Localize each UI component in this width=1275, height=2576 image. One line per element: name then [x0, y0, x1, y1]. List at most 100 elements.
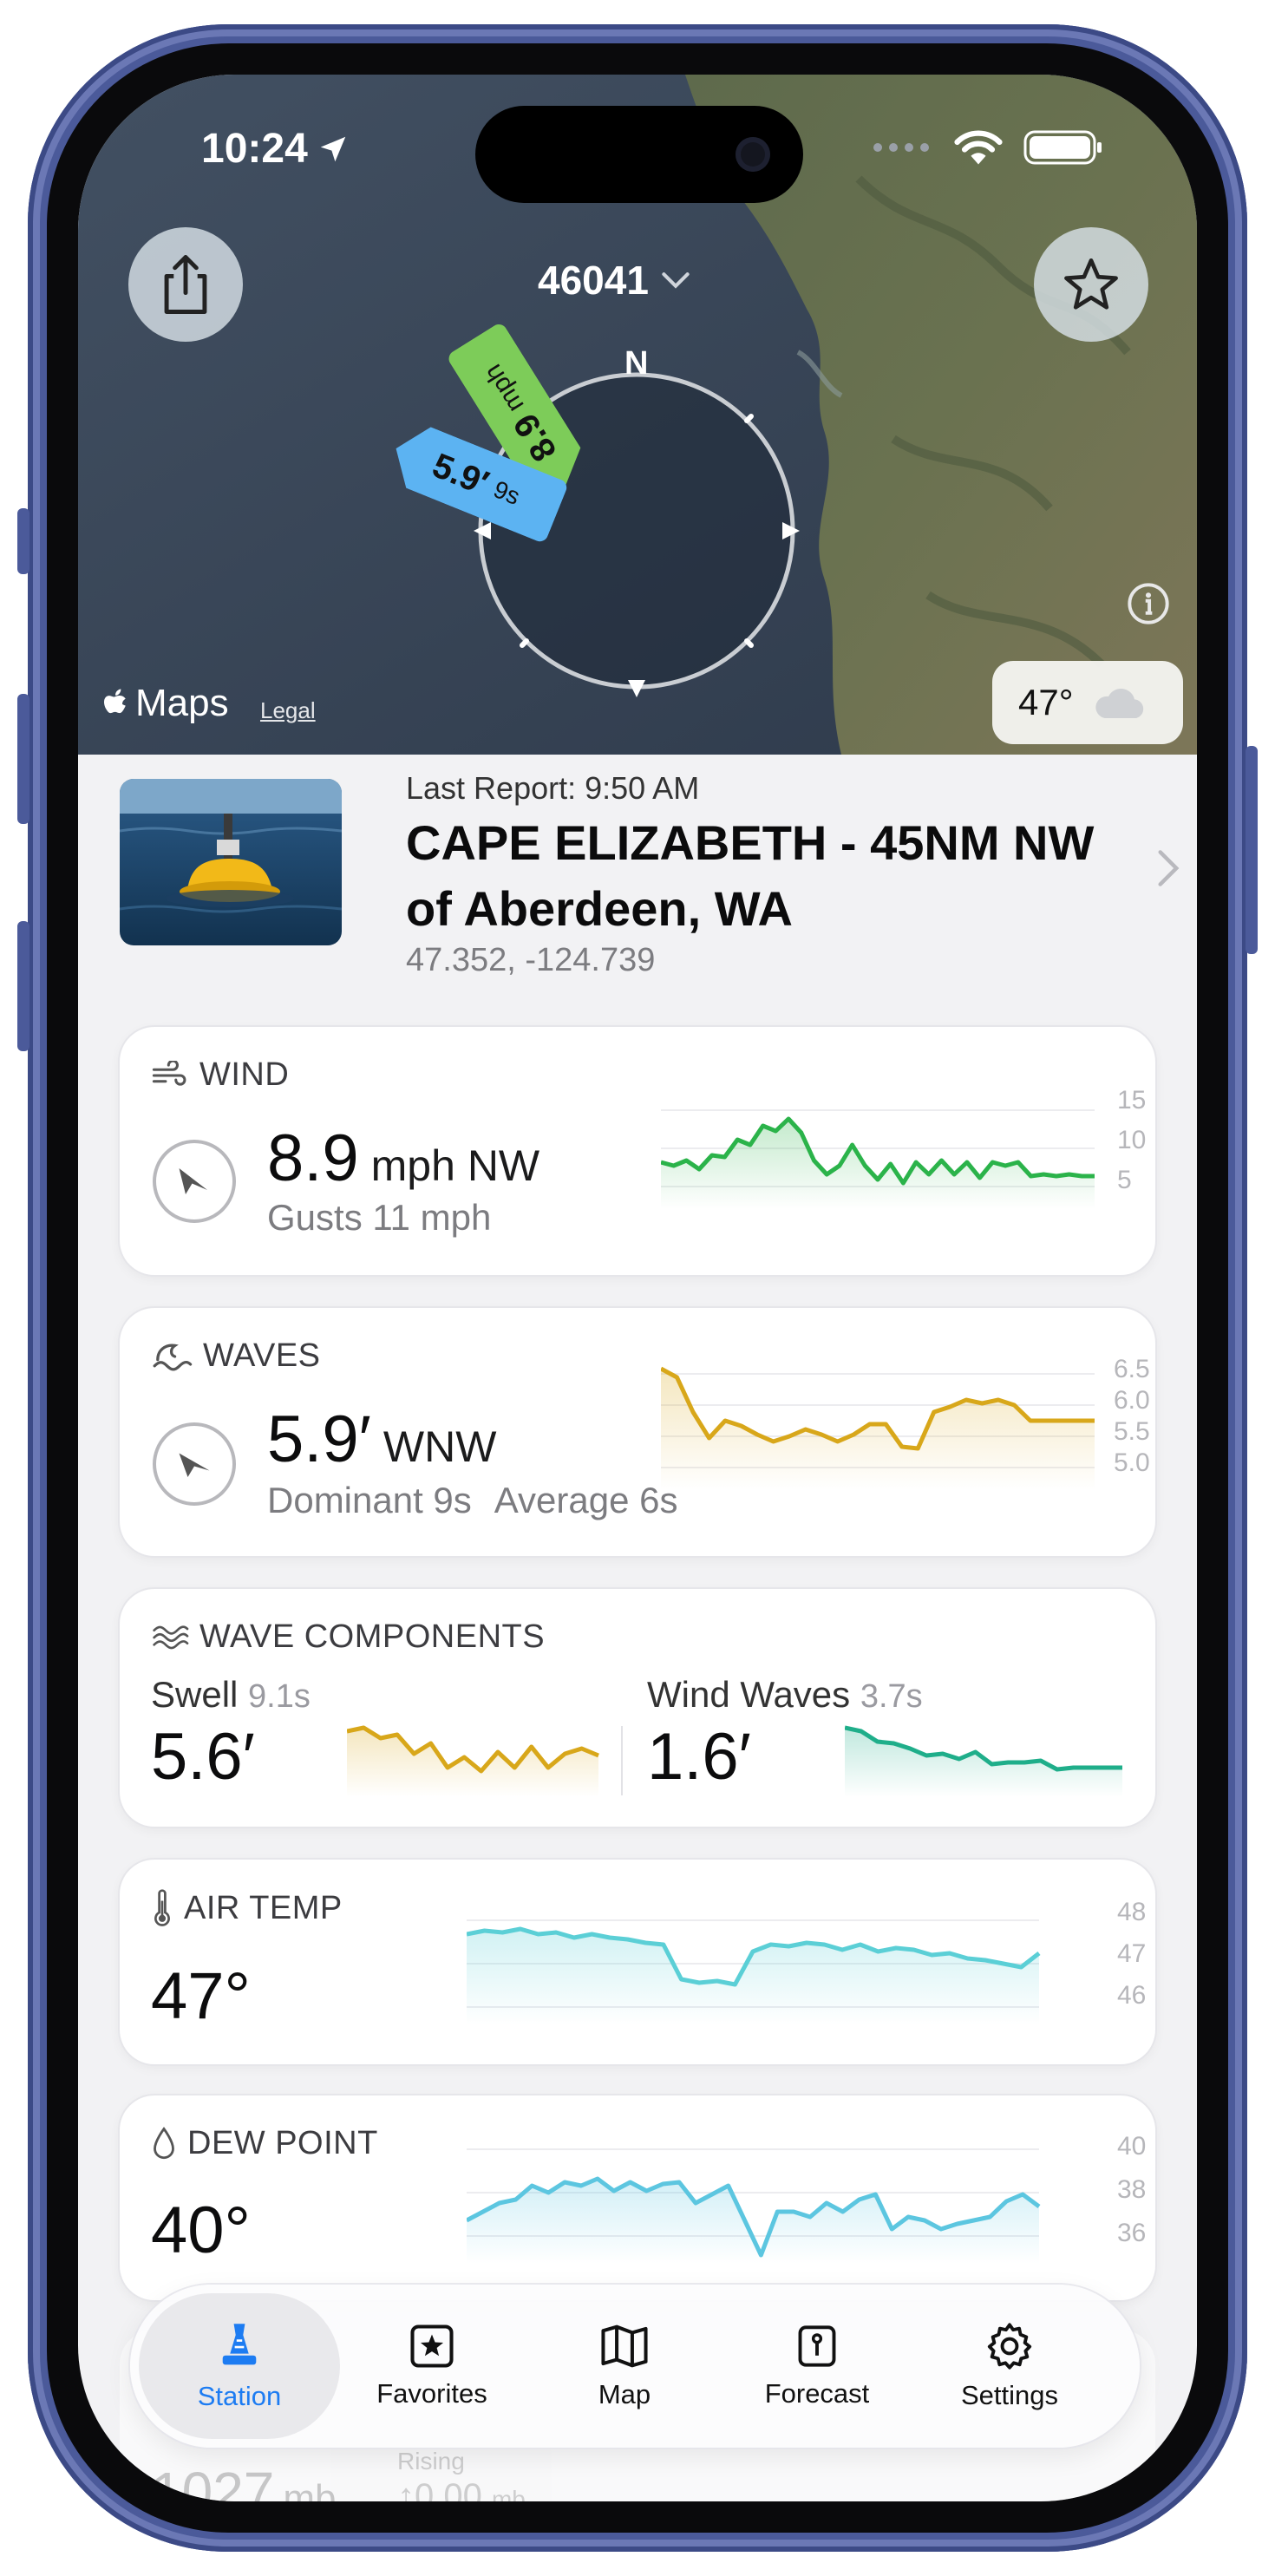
station-name: CAPE ELIZABETH - 45NM NW of Aberdeen, WA: [406, 815, 1095, 936]
location-arrow-icon: [320, 136, 346, 161]
wave-components-header: WAVE COMPONENTS: [151, 1618, 545, 1656]
dew-axis-40: 40: [1117, 2132, 1147, 2161]
wind-waves-label: Wind Waves: [647, 1674, 851, 1715]
share-icon: [164, 255, 207, 314]
air-temp-axis-47: 47: [1117, 1939, 1147, 1968]
weather-temp: 47°: [1018, 682, 1074, 722]
waves-card-title: WAVES: [203, 1337, 321, 1374]
pressure-value: 1027: [151, 2461, 275, 2501]
wave-spark-area: [661, 1369, 1095, 1490]
tab-forecast-label: Forecast: [764, 2378, 870, 2409]
air-temp-title: AIR TEMP: [184, 1889, 343, 1926]
air-temp-value: 47°: [151, 1959, 251, 2033]
forecast-icon: [798, 2325, 836, 2367]
wind-tag-value: 8.9: [506, 407, 565, 468]
droplet-icon: [154, 2126, 174, 2159]
cloud-icon: [1095, 688, 1143, 718]
volume-down-button: [17, 921, 29, 1051]
swell-value: 5.6′: [151, 1720, 255, 1794]
tab-station-label: Station: [197, 2381, 282, 2411]
wind-waves-label-row: Wind Waves 3.7s: [647, 1674, 923, 1716]
maps-legal-link[interactable]: Legal: [260, 697, 316, 724]
wave-direction-badge: [153, 1422, 236, 1506]
wave-dominant-period: Dominant 9s: [267, 1480, 472, 1520]
station-header[interactable]: Last Report: 9:50 AM CAPE ELIZABETH - 45…: [120, 770, 1180, 978]
station-selector[interactable]: 46041: [538, 257, 690, 304]
buoy-photo: [120, 779, 342, 945]
pressure-trend-unit: mb: [491, 2486, 526, 2501]
dew-axis-36: 36: [1117, 2219, 1147, 2247]
dew-point-card[interactable]: DEW POINT 40° 40 38 36: [120, 2095, 1155, 2300]
dew-point-value: 40°: [151, 2194, 251, 2267]
status-time: 10:24: [201, 125, 350, 173]
wind-icon: [152, 1060, 186, 1086]
swell-label-row: Swell 9.1s: [151, 1674, 311, 1716]
volume-up-button: [17, 694, 29, 824]
status-right: [873, 128, 1103, 167]
pressure-trend-value: ↑0.00: [397, 2477, 482, 2501]
wind-gusts: Gusts 11 mph: [267, 1197, 492, 1238]
swell-period: 9.1s: [248, 1678, 311, 1715]
waves-axis-6-0: 6.0: [1114, 1386, 1150, 1415]
station-map[interactable]: 10:24 46041 N 8.9 mph 5.9′ 9s Maps Legal…: [78, 75, 1197, 755]
swell-label: Swell: [151, 1674, 239, 1715]
wind-direction-arrow-icon: [179, 1168, 207, 1194]
wind-card-title: WIND: [199, 1056, 290, 1093]
wind-card[interactable]: WIND 8.9 mph NW Gusts 11 mph 15 10 5: [120, 1027, 1155, 1275]
maps-text: Maps: [135, 682, 229, 724]
wave-tag-period: 9s: [489, 475, 524, 511]
waves-sparkline: [661, 1366, 1095, 1490]
wind-tag-unit: mph: [478, 359, 530, 418]
wave-components-title: WAVE COMPONENTS: [199, 1618, 546, 1655]
screen: 10:24 46041 N 8.9 mph 5.9′ 9s Maps Legal…: [78, 75, 1197, 2501]
temp-spark-area: [467, 1929, 1039, 2024]
action-button: [17, 508, 29, 574]
last-report-time: Last Report: 9:50 AM: [406, 770, 700, 806]
tab-favorites[interactable]: Favorites: [331, 2293, 533, 2439]
tab-map[interactable]: Map: [524, 2293, 725, 2439]
swell-sparkline: [347, 1725, 599, 1797]
weather-badge[interactable]: 47°: [992, 661, 1183, 744]
share-button[interactable]: [128, 227, 243, 342]
waves-card[interactable]: WAVES 5.9′ WNW Dominant 9s Average 6s 6.…: [120, 1308, 1155, 1556]
wind-speed-value: 8.9: [267, 1121, 359, 1195]
gear-icon: [987, 2323, 1032, 2370]
air-temp-card[interactable]: AIR TEMP 47° 48 47 46: [120, 1860, 1155, 2064]
wind-waves-value: 1.6′: [647, 1720, 751, 1794]
tab-forecast[interactable]: Forecast: [716, 2293, 918, 2439]
air-temp-sparkline: [467, 1919, 1041, 2024]
buoy-icon: [222, 2324, 257, 2365]
pressure-trend: ↑0.00 mb: [397, 2477, 526, 2501]
windwave-spark-area: [845, 1728, 1122, 1797]
wave-height-value: 5.9′: [267, 1402, 371, 1476]
tab-settings-label: Settings: [960, 2380, 1058, 2410]
air-temp-axis-46: 46: [1117, 1981, 1147, 2010]
dew-point-header: DEW POINT: [151, 2125, 378, 2162]
wind-waves-sparkline: [845, 1725, 1122, 1797]
map-info-icon[interactable]: [1126, 581, 1171, 626]
wind-spark-area: [661, 1119, 1095, 1209]
wave-direction-text: WNW: [382, 1422, 497, 1471]
waves-axis-5-0: 5.0: [1114, 1448, 1150, 1477]
wave-periods: Dominant 9s Average 6s: [267, 1480, 677, 1521]
wave-direction-arrow-icon: [179, 1453, 210, 1477]
dew-axis-38: 38: [1117, 2175, 1147, 2204]
wave-components-card[interactable]: WAVE COMPONENTS Swell 9.1s 5.6′ Wind Wav…: [120, 1589, 1155, 1827]
wind-waves-period: 3.7s: [860, 1678, 923, 1715]
air-temp-axis-48: 48: [1117, 1898, 1147, 1926]
wave-average-period: Average 6s: [494, 1480, 678, 1520]
components-divider: [621, 1726, 623, 1795]
tab-settings[interactable]: Settings: [909, 2293, 1110, 2439]
wind-axis-15: 15: [1117, 1086, 1147, 1115]
wind-reading: 8.9 mph NW: [267, 1121, 539, 1196]
wave-tag-value: 5.9′: [427, 446, 494, 503]
tab-map-label: Map: [598, 2379, 651, 2409]
tab-station[interactable]: Station: [139, 2293, 340, 2439]
apple-maps-attribution: Maps: [104, 682, 229, 725]
wind-unit-direction: mph NW: [370, 1141, 540, 1190]
pressure-unit: mb: [283, 2477, 337, 2501]
favorite-button[interactable]: [1034, 227, 1148, 342]
wave-icon: [153, 1344, 193, 1370]
wind-sparkline: [661, 1109, 1095, 1209]
wind-card-header: WIND: [151, 1056, 289, 1094]
